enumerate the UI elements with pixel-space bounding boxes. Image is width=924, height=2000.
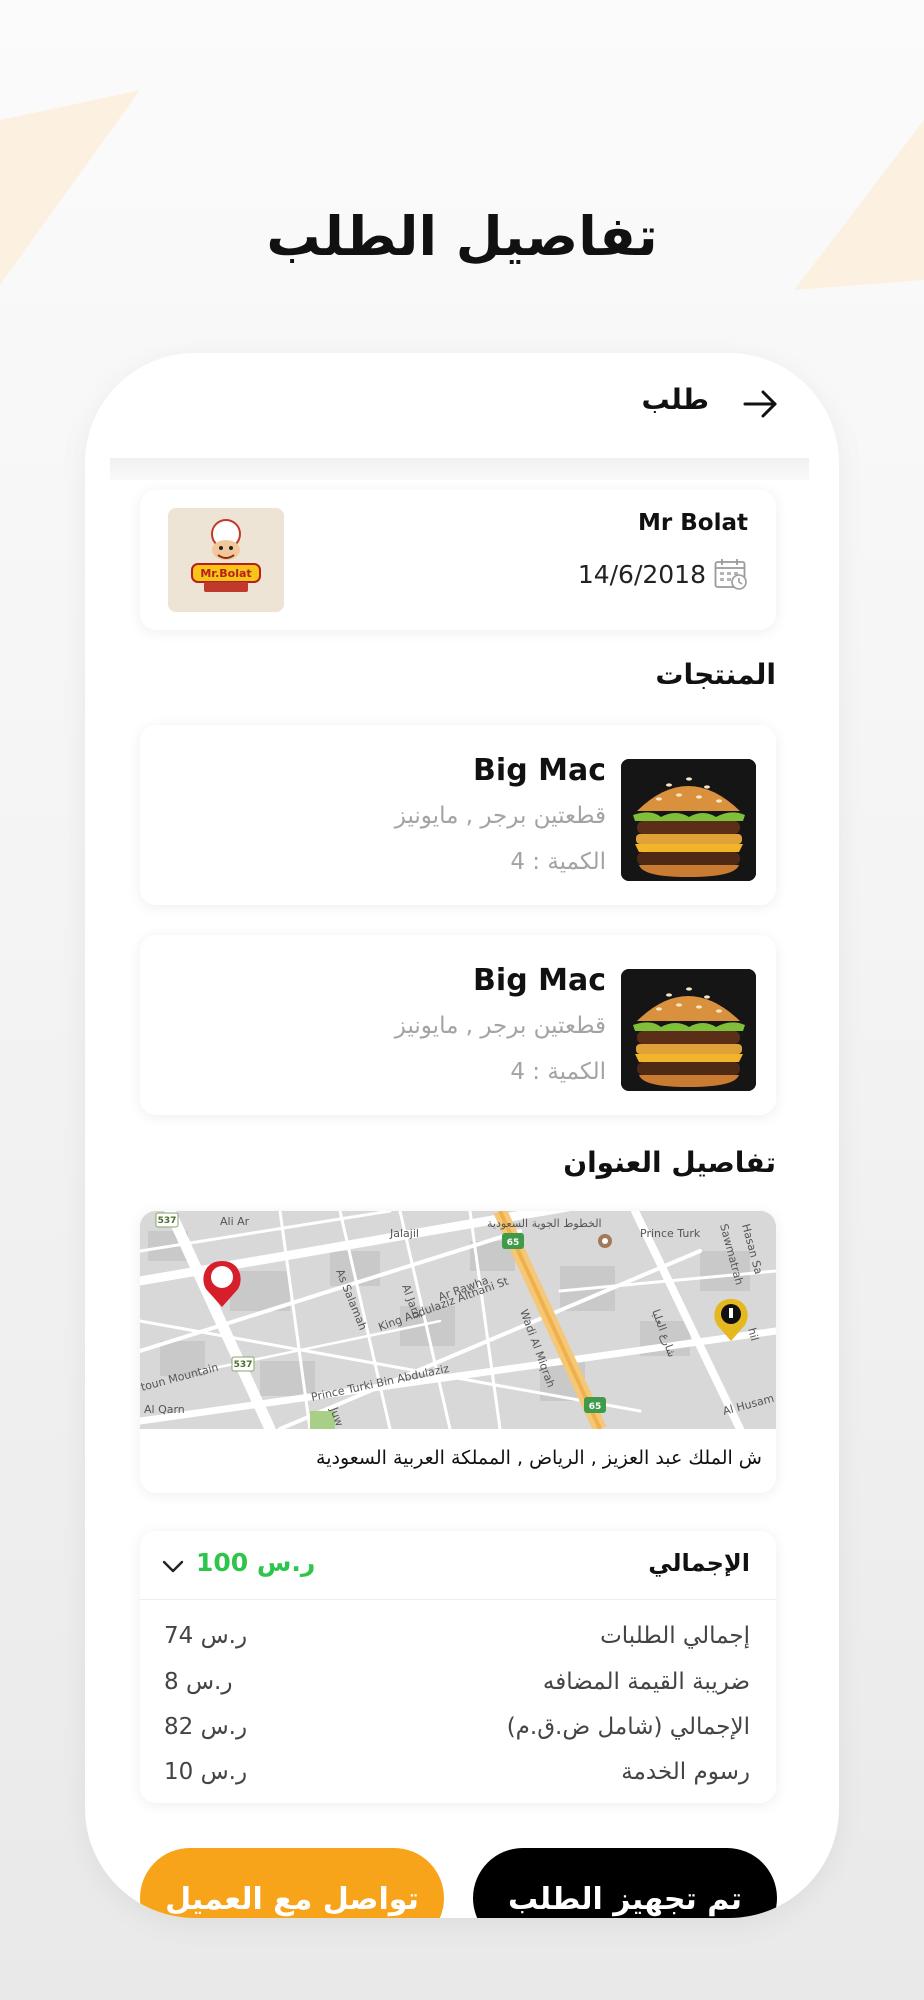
page-title: تفاصيل الطلب bbox=[266, 205, 658, 268]
road-shield: 65 bbox=[589, 1402, 602, 1412]
road-shield: 65 bbox=[507, 1238, 520, 1248]
svg-text:Mr.Bolat: Mr.Bolat bbox=[200, 567, 251, 580]
total-line-label: إجمالي الطلبات bbox=[600, 1623, 750, 1649]
order-date: 14/6/2018 bbox=[577, 559, 706, 589]
total-line-value: 10 ر.س bbox=[164, 1759, 248, 1785]
shop-card: Mr.Bolat Mr Bolat 14/6/2018 bbox=[140, 490, 776, 630]
map-label: الخطوط الجوية السعودية bbox=[487, 1217, 602, 1230]
total-line-value: 74 ر.س bbox=[164, 1623, 248, 1649]
map-label: Ali Ar bbox=[220, 1215, 250, 1228]
contact-customer-button[interactable]: تواصل مع العميل bbox=[140, 1848, 444, 1918]
product-name: Big Mac bbox=[473, 963, 606, 998]
top-bar: طلب bbox=[85, 353, 839, 453]
product-name: Big Mac bbox=[473, 753, 606, 788]
phone-frame: طلب Mr.Bolat Mr Bolat 14/6/2018 المنتجات… bbox=[85, 353, 839, 1918]
total-header[interactable]: الإجمالي 100 ر.س bbox=[140, 1531, 776, 1600]
contact-customer-label: تواصل مع العميل bbox=[165, 1882, 419, 1917]
total-label: الإجمالي bbox=[648, 1549, 750, 1577]
topbar-title: طلب bbox=[641, 383, 709, 416]
total-card: الإجمالي 100 ر.س إجمالي الطلبات 74 ر.س ض… bbox=[140, 1531, 776, 1803]
product-card[interactable]: Big Mac قطعتين برجر , مايونيز الكمية : 4 bbox=[140, 725, 776, 905]
road-shield: 537 bbox=[158, 1216, 177, 1226]
total-line: الإجمالي (شامل ض.ق.م) 82 ر.س bbox=[164, 1714, 750, 1754]
shop-logo: Mr.Bolat bbox=[168, 508, 284, 612]
map-label: Al Qarn bbox=[144, 1403, 185, 1416]
total-line-value: 8 ر.س bbox=[164, 1669, 233, 1695]
total-line-value: 82 ر.س bbox=[164, 1714, 248, 1740]
total-line-label: الإجمالي (شامل ض.ق.م) bbox=[506, 1714, 750, 1740]
order-ready-label: تم تجهيز الطلب bbox=[507, 1882, 743, 1917]
map[interactable]: Ali Ar Jalajil الخطوط الجوية السعودية Pr… bbox=[140, 1211, 776, 1435]
total-line-label: ضريبة القيمة المضافه bbox=[542, 1669, 750, 1695]
back-button[interactable] bbox=[739, 383, 781, 425]
product-quantity: الكمية : 4 bbox=[510, 849, 606, 875]
map-label: Jalajil bbox=[389, 1227, 419, 1240]
total-line: ضريبة القيمة المضافه 8 ر.س bbox=[164, 1669, 750, 1709]
product-image bbox=[621, 759, 756, 881]
product-quantity: الكمية : 4 bbox=[510, 1059, 606, 1085]
product-card[interactable]: Big Mac قطعتين برجر , مايونيز الكمية : 4 bbox=[140, 935, 776, 1115]
header-divider bbox=[110, 458, 809, 480]
calendar-icon bbox=[714, 559, 747, 590]
products-section-title: المنتجات bbox=[655, 658, 776, 691]
total-line-label: رسوم الخدمة bbox=[621, 1759, 750, 1785]
total-value: 100 ر.س bbox=[196, 1548, 316, 1577]
product-description: قطعتين برجر , مايونيز bbox=[394, 1013, 606, 1039]
address-section-title: تفاصيل العنوان bbox=[563, 1146, 776, 1179]
total-line: إجمالي الطلبات 74 ر.س bbox=[164, 1623, 750, 1663]
total-line: رسوم الخدمة 10 ر.س bbox=[164, 1759, 750, 1799]
order-ready-button[interactable]: تم تجهيز الطلب bbox=[473, 1848, 777, 1918]
address-card: Ali Ar Jalajil الخطوط الجوية السعودية Pr… bbox=[140, 1211, 776, 1493]
road-shield: 537 bbox=[234, 1360, 253, 1370]
map-label: Prince Turk bbox=[640, 1227, 701, 1240]
shop-date-row: 14/6/2018 bbox=[578, 558, 748, 590]
product-image bbox=[621, 969, 756, 1091]
arrow-right-icon bbox=[743, 390, 777, 418]
shop-name: Mr Bolat bbox=[638, 510, 748, 536]
chevron-down-icon[interactable] bbox=[160, 1553, 186, 1579]
product-description: قطعتين برجر , مايونيز bbox=[394, 803, 606, 829]
address-text: ش الملك عبد العزيز , الرياض , المملكة ال… bbox=[316, 1447, 762, 1469]
